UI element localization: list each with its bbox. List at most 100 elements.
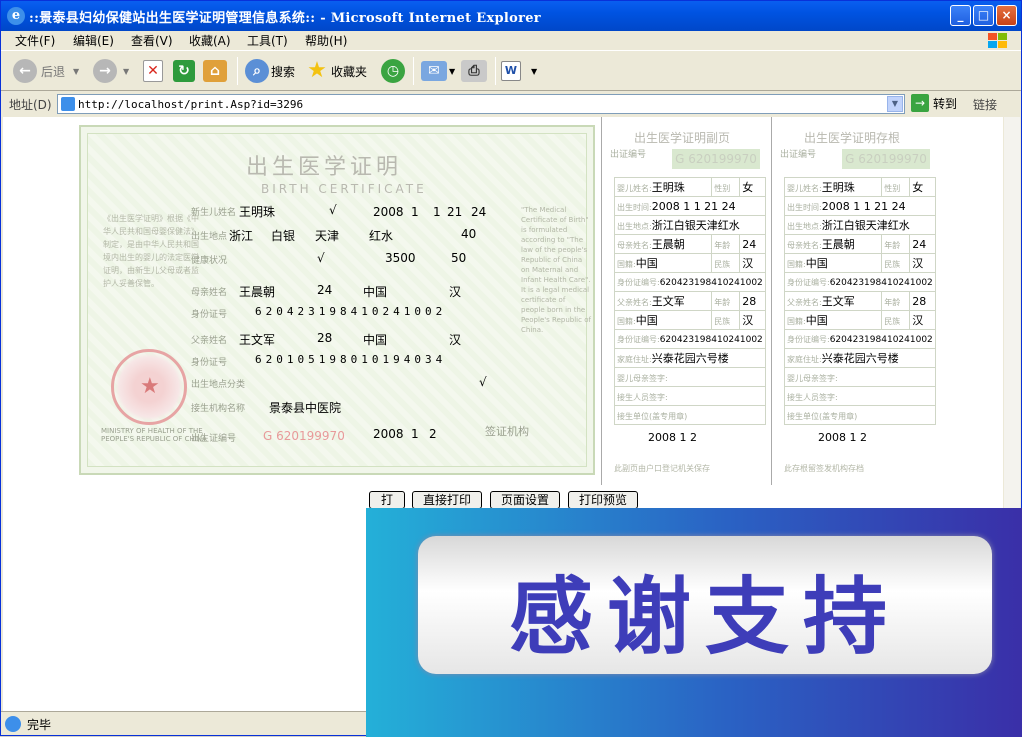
father-age: 28 — [317, 331, 333, 345]
birth-county: 天津 — [315, 229, 340, 243]
thanks-text: 感谢支持 — [508, 568, 901, 666]
maximize-button[interactable]: □ — [973, 5, 994, 26]
address-bar: 地址(D) ▼ → 转到 链接 — [1, 92, 1021, 116]
chinese-notice: 《出生医学证明》根据《中华人民共和国母婴保健法》制定，是由中华人民共和国境内出生… — [103, 214, 199, 288]
certificate-archive-stub: 出生医学证明存根 出证编号 G 620199970 婴儿姓名:王明珠 性别女 出生… — [771, 117, 936, 485]
home-button[interactable]: ⌂ — [203, 57, 227, 85]
certificate-subtitle: BIRTH CERTIFICATE — [261, 182, 427, 196]
menu-help[interactable]: 帮助(H) — [305, 32, 347, 49]
birth-month: 1 — [411, 205, 419, 219]
back-arrow-icon: ← — [13, 59, 37, 83]
edit-button[interactable]: W ▼ — [501, 57, 537, 85]
history-icon: ◷ — [381, 59, 405, 83]
home-icon: ⌂ — [203, 60, 227, 82]
address-input[interactable] — [78, 96, 878, 112]
issue-month: 1 — [411, 427, 419, 441]
chevron-down-icon[interactable]: ▼ — [887, 96, 903, 112]
birth-province: 浙江 — [229, 229, 254, 243]
official-seal-icon: ★ — [111, 349, 187, 425]
chevron-down-icon: ▼ — [531, 66, 538, 76]
stub-title: 出生医学证明存根 — [803, 131, 900, 145]
search-label: 搜索 — [271, 64, 296, 79]
browser-window: e ::景泰县妇幼保健站出生医学证明管理信息系统:: - Microsoft I… — [0, 0, 1022, 737]
birth-township: 红水 — [369, 229, 394, 243]
certificate-copy-stub: 出生医学证明副页 出证编号 G 620199970 婴儿姓名:王明珠 性别女 出生… — [601, 117, 766, 485]
stop-button[interactable]: ✕ — [143, 57, 163, 85]
stub-number: G 620199970 — [842, 149, 930, 169]
go-arrow-icon: → — [911, 94, 929, 112]
mother-ethnic: 汉 — [449, 285, 462, 299]
title-bar[interactable]: e ::景泰县妇幼保健站出生医学证明管理信息系统:: - Microsoft I… — [1, 1, 1021, 31]
birth-weight: 3500 — [385, 251, 416, 265]
toolbar-separator — [237, 57, 238, 85]
menu-view[interactable]: 查看(V) — [131, 32, 173, 49]
birth-minute: 24 — [471, 205, 487, 219]
word-icon: W — [501, 61, 521, 81]
mail-button[interactable]: ✉ ▼ — [421, 57, 455, 85]
chevron-down-icon: ▼ — [449, 66, 456, 76]
windows-logo-icon — [988, 33, 1007, 48]
back-button[interactable]: ← 后退 ▼ — [13, 57, 79, 85]
thanks-panel: 感谢支持 — [418, 536, 992, 674]
menu-edit[interactable]: 编辑(E) — [73, 32, 114, 49]
birth-day: 1 — [433, 205, 441, 219]
father-name: 王文军 — [239, 333, 276, 347]
print-area: 出生医学证明 BIRTH CERTIFICATE 新生儿姓名 王明珠 √ 200… — [65, 117, 945, 485]
gestation-weeks: 40 — [461, 227, 477, 241]
search-icon: ⌕ — [245, 59, 269, 83]
stub-number: G 620199970 — [672, 149, 760, 169]
forward-arrow-icon: → — [93, 59, 117, 83]
refresh-icon: ↻ — [173, 60, 195, 82]
toolbar-separator — [413, 57, 414, 85]
certificate-title: 出生医学证明 — [246, 155, 403, 180]
stub-date: 2008 1 2 — [818, 431, 867, 444]
issue-year: 2008 — [373, 427, 404, 441]
search-button[interactable]: ⌕ 搜索 — [245, 57, 295, 85]
menu-tools[interactable]: 工具(T) — [247, 32, 288, 49]
father-nationality: 中国 — [363, 333, 388, 347]
window-title: ::景泰县妇幼保健站出生医学证明管理信息系统:: - Microsoft Int… — [29, 11, 541, 26]
mother-name: 王晨朝 — [239, 285, 276, 299]
toolbar-separator — [495, 57, 496, 85]
go-label: 转到 — [933, 96, 958, 111]
direct-print-button[interactable]: 直接打印 — [412, 491, 482, 509]
chevron-down-icon: ▼ — [73, 66, 80, 76]
printer-icon: ⎙ — [461, 60, 487, 82]
favorites-button[interactable]: ★ 收藏夹 — [305, 57, 367, 85]
newborn-name: 王明珠 — [239, 205, 276, 219]
refresh-button[interactable]: ↻ — [173, 57, 195, 85]
menu-file[interactable]: 文件(F) — [15, 32, 55, 49]
star-icon: ★ — [307, 58, 327, 83]
gender-check: √ — [329, 203, 337, 217]
place-category-check: √ — [479, 375, 487, 389]
print-button[interactable]: 打印 — [369, 491, 405, 523]
go-button[interactable]: → 转到 — [911, 94, 957, 112]
mother-id: 620423198410241002 — [255, 305, 447, 318]
forward-button[interactable]: → ▼ — [93, 57, 129, 85]
ie-icon: e — [7, 7, 25, 25]
ministry-label: MINISTRY OF HEALTH OF THE PEOPLE'S REPUB… — [101, 427, 207, 443]
father-ethnic: 汉 — [449, 333, 462, 347]
menu-bar: 文件(F) 编辑(E) 查看(V) 收藏(A) 工具(T) 帮助(H) — [1, 31, 1021, 51]
menu-favorites[interactable]: 收藏(A) — [189, 32, 231, 49]
print-button[interactable]: ⎙ — [461, 57, 487, 85]
birth-city: 白银 — [271, 229, 296, 243]
page-icon — [61, 97, 75, 111]
address-box[interactable]: ▼ — [57, 94, 905, 114]
status-text: 完毕 — [27, 718, 52, 732]
mother-age: 24 — [317, 283, 333, 297]
certificate-number: G 620199970 — [263, 429, 345, 443]
back-label: 后退 — [41, 64, 66, 79]
issue-day: 2 — [429, 427, 437, 441]
stop-icon: ✕ — [143, 60, 163, 82]
links-button[interactable]: 链接 — [973, 96, 997, 113]
minimize-button[interactable]: _ — [950, 5, 971, 26]
page-setup-button[interactable]: 页面设置 — [490, 491, 560, 509]
print-preview-button[interactable]: 打印预览 — [568, 491, 638, 509]
birth-year: 2008 — [373, 205, 404, 219]
stub-table: 婴儿姓名:王明珠 性别女 出生时间:2008 1 1 21 24 出生地点:浙江白… — [783, 177, 936, 425]
history-button[interactable]: ◷ — [381, 57, 405, 85]
status-bar: 完毕 — [1, 711, 366, 735]
close-button[interactable]: × — [996, 5, 1017, 26]
chevron-down-icon: ▼ — [123, 66, 130, 76]
